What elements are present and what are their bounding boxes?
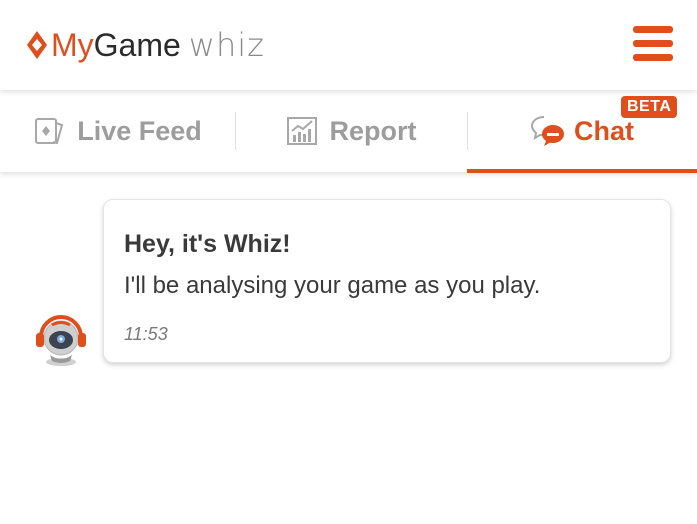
message-timestamp: 11:53 — [124, 324, 168, 344]
tab-report[interactable]: Report — [235, 90, 467, 172]
tab-live-feed[interactable]: Live Feed — [0, 90, 235, 172]
app: My Game whiz Live Feed Report Chat BETA … — [0, 0, 697, 524]
tab-report-label: Report — [329, 115, 417, 146]
header: My Game whiz — [0, 0, 697, 90]
whiz-robot-avatar — [36, 315, 86, 366]
tab-bar: Live Feed Report Chat — [0, 90, 697, 172]
logo-game-text: Game — [93, 27, 181, 63]
chat-message-bubble: Hey, it's Whiz! I'll be analysing your g… — [103, 199, 671, 363]
menu-bar — [633, 26, 673, 33]
mygame-whiz-logo[interactable]: My Game whiz — [26, 26, 265, 64]
menu-bar — [633, 40, 673, 47]
chat-area: Hey, it's Whiz! I'll be analysing your g… — [0, 173, 697, 524]
logo-whiz-text: whiz — [188, 26, 265, 64]
hamburger-menu-icon[interactable] — [633, 25, 673, 63]
beta-badge: BETA — [621, 96, 678, 118]
report-chart-icon — [286, 117, 317, 145]
active-tab-indicator — [467, 169, 697, 173]
diamond-logo-icon — [27, 31, 47, 59]
live-feed-icon — [35, 118, 64, 145]
chat-bubble-icon — [530, 116, 564, 146]
menu-bar — [633, 54, 673, 61]
logo-my-text: My — [51, 27, 94, 63]
tab-chat-label: Chat — [574, 115, 634, 146]
tab-live-feed-label: Live Feed — [77, 115, 202, 146]
message-title: Hey, it's Whiz! — [124, 230, 291, 258]
message-text: I'll be analysing your game as you play. — [124, 272, 541, 299]
